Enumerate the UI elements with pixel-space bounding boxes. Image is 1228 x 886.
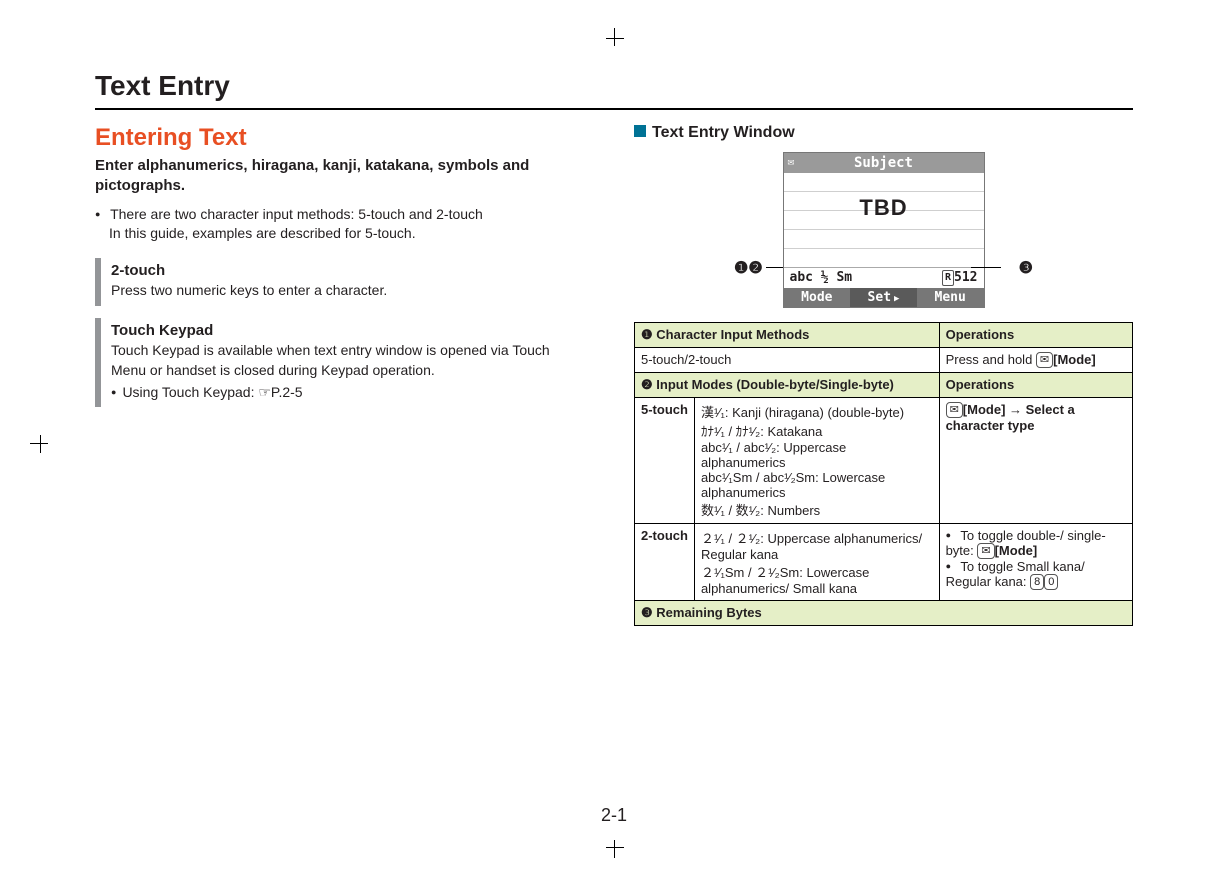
callout-right: ❸ bbox=[1019, 258, 1033, 278]
subheading-text: Text Entry Window bbox=[652, 124, 795, 141]
note-subitem: Using Touch Keypad: ☞P.2-5 bbox=[111, 384, 586, 401]
note-title: Touch Keypad bbox=[111, 322, 586, 339]
intro-list: There are two character input methods: 5… bbox=[95, 205, 594, 244]
softkey-mid: Set bbox=[850, 288, 917, 307]
crop-mark bbox=[40, 435, 41, 453]
op-line: To toggle Small kana/ Regular kana: 80 bbox=[946, 559, 1126, 590]
left-column: Entering Text Enter alphanumerics, hirag… bbox=[95, 124, 594, 626]
note-title: 2-touch bbox=[111, 262, 586, 279]
status-right: R512 bbox=[942, 270, 978, 286]
table-row: 5-touch 漢¹⁄₁: Kanji (hiragana) (double-b… bbox=[635, 398, 1133, 524]
crop-mark bbox=[606, 847, 624, 848]
table-row: ❶ Character Input Methods Operations bbox=[635, 323, 1133, 348]
status-right-val: 512 bbox=[954, 270, 977, 285]
td-operation: ✉[Mode] → Select a character type bbox=[939, 398, 1132, 524]
phone-mock: ✉ Subject TBD abc ½ Sm R512 Mode Set Men… bbox=[783, 152, 985, 308]
table-row: ❸ Remaining Bytes bbox=[635, 601, 1133, 626]
note-body: Press two numeric keys to enter a charac… bbox=[111, 281, 586, 301]
status-left: abc ½ Sm bbox=[790, 270, 853, 286]
crop-mark bbox=[606, 38, 624, 39]
th-remaining-bytes: ❸ Remaining Bytes bbox=[635, 601, 1133, 626]
mail-key-icon: ✉ bbox=[1036, 352, 1053, 368]
crop-mark bbox=[30, 443, 48, 444]
note-touch-keypad: Touch Keypad Touch Keypad is available w… bbox=[95, 318, 594, 407]
table-row: 2-touch ２¹⁄₁ / ２¹⁄₂: Uppercase alphanume… bbox=[635, 524, 1133, 601]
phone-statusbar: abc ½ Sm R512 bbox=[784, 267, 984, 288]
row-label-2touch: 2-touch bbox=[635, 524, 695, 601]
crop-mark bbox=[614, 28, 615, 46]
td-modes: ２¹⁄₁ / ２¹⁄₂: Uppercase alphanumerics/ Re… bbox=[694, 524, 939, 601]
mail-key-icon: ✉ bbox=[946, 402, 963, 418]
mode-line: abc¹⁄₁ / abc¹⁄₂: Uppercase alphanumerics bbox=[701, 440, 933, 470]
phone-mock-wrap: ❶❷ ✉ Subject TBD abc ½ Sm R512 Mode Set bbox=[634, 152, 1133, 308]
note-body: Touch Keypad is available when text entr… bbox=[111, 341, 586, 380]
callout-line bbox=[971, 267, 1001, 268]
op-post: [Mode] bbox=[995, 543, 1038, 558]
callout-left: ❶❷ bbox=[734, 258, 763, 278]
th-char-input: ❶ Character Input Methods bbox=[635, 323, 940, 348]
square-bullet-icon bbox=[634, 125, 646, 137]
mode-line: abc¹⁄₁Sm / abc¹⁄₂Sm: Lowercase alphanume… bbox=[701, 470, 933, 500]
phone-title: Subject bbox=[854, 155, 913, 171]
intro-item: There are two character input methods: 5… bbox=[95, 205, 594, 244]
intro-item-subtext: In this guide, examples are described fo… bbox=[109, 225, 416, 241]
table-row: ❷ Input Modes (Double-byte/Single-byte) … bbox=[635, 373, 1133, 398]
key-8-icon: 8 bbox=[1030, 574, 1044, 590]
softkey-right: Menu bbox=[917, 288, 984, 307]
subheading: Text Entry Window bbox=[634, 124, 1133, 142]
mode-line: ２¹⁄₁ / ２¹⁄₂: Uppercase alphanumerics/ Re… bbox=[701, 528, 933, 562]
key-0-icon: 0 bbox=[1044, 574, 1058, 590]
right-column: Text Entry Window ❶❷ ✉ Subject TBD abc ½… bbox=[634, 124, 1133, 626]
td-methods: 5-touch/2-touch bbox=[635, 348, 940, 373]
page-number: 2-1 bbox=[0, 805, 1228, 826]
th-operations: Operations bbox=[939, 373, 1132, 398]
r-marker: R bbox=[942, 270, 954, 286]
phone-softkeys: Mode Set Menu bbox=[784, 288, 984, 307]
mode-line: ２¹⁄₁Sm / ２¹⁄₂Sm: Lowercase alphanumerics… bbox=[701, 562, 933, 596]
mode-line: ｶﾅ¹⁄₁ / ｶﾅ¹⁄₂: Katakana bbox=[701, 421, 933, 440]
table-row: 5-touch/2-touch Press and hold ✉[Mode] bbox=[635, 348, 1133, 373]
mail-key-icon: ✉ bbox=[977, 543, 994, 559]
row-label-5touch: 5-touch bbox=[635, 398, 695, 524]
page-title: Text Entry bbox=[95, 70, 1133, 110]
modes-table: ❶ Character Input Methods Operations 5-t… bbox=[634, 322, 1133, 626]
intro-item-text: There are two character input methods: 5… bbox=[110, 206, 483, 222]
note-2touch: 2-touch Press two numeric keys to enter … bbox=[95, 258, 594, 307]
mode-line: 数¹⁄₁ / 数¹⁄₂: Numbers bbox=[701, 500, 933, 519]
softkey-left: Mode bbox=[784, 288, 851, 307]
note-sublist: Using Touch Keypad: ☞P.2-5 bbox=[111, 384, 586, 401]
phone-titlebar: ✉ Subject bbox=[784, 153, 984, 173]
section-heading: Entering Text bbox=[95, 124, 594, 152]
crop-mark bbox=[614, 840, 615, 858]
op-line: To toggle double-/ single-byte: ✉[Mode] bbox=[946, 528, 1126, 559]
op-pre: To toggle Small kana/ Regular kana: bbox=[946, 559, 1085, 589]
op-suffix: [Mode] bbox=[1053, 352, 1096, 367]
op-prefix: Press and hold bbox=[946, 352, 1036, 367]
th-input-modes: ❷ Input Modes (Double-byte/Single-byte) bbox=[635, 373, 940, 398]
phone-canvas: TBD bbox=[784, 173, 984, 267]
op-text: [Mode] → Select a character type bbox=[946, 402, 1075, 433]
lead-text: Enter alphanumerics, hiragana, kanji, ka… bbox=[95, 156, 594, 197]
th-operations: Operations bbox=[939, 323, 1132, 348]
mode-line: 漢¹⁄₁: Kanji (hiragana) (double-byte) bbox=[701, 402, 933, 421]
td-operation: Press and hold ✉[Mode] bbox=[939, 348, 1132, 373]
td-modes: 漢¹⁄₁: Kanji (hiragana) (double-byte) ｶﾅ¹… bbox=[694, 398, 939, 524]
td-operation: To toggle double-/ single-byte: ✉[Mode] … bbox=[939, 524, 1132, 601]
mail-icon: ✉ bbox=[788, 155, 795, 168]
